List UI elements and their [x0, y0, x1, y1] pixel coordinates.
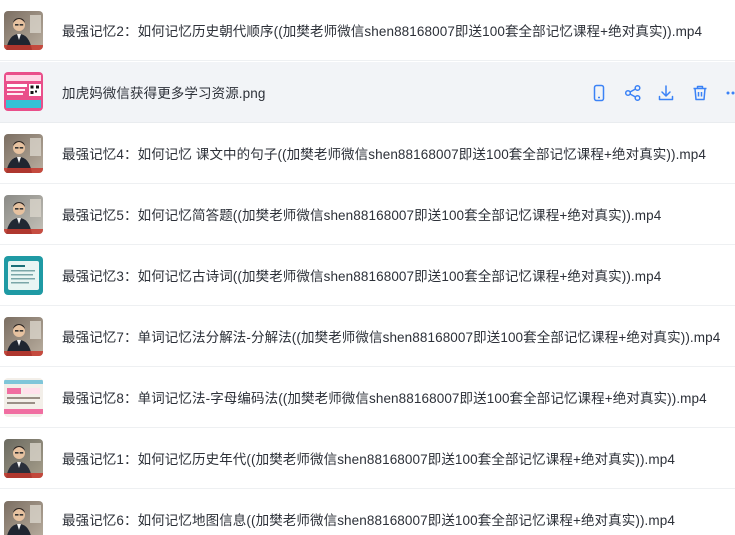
- file-row[interactable]: 最强记忆2：如何记忆历史朝代顺序((加樊老师微信shen88168007即送10…: [0, 0, 735, 61]
- file-thumbnail: [4, 11, 43, 50]
- file-name[interactable]: 最强记忆2：如何记忆历史朝代顺序((加樊老师微信shen88168007即送10…: [62, 20, 729, 40]
- file-row[interactable]: 最强记忆8：单词记忆法-字母编码法((加樊老师微信shen88168007即送1…: [0, 367, 735, 428]
- file-row[interactable]: 最强记忆6：如何记忆地图信息((加樊老师微信shen88168007即送100套…: [0, 489, 735, 535]
- file-list: 最强记忆2：如何记忆历史朝代顺序((加樊老师微信shen88168007即送10…: [0, 0, 735, 535]
- row-actions: [590, 62, 735, 123]
- file-name[interactable]: 最强记忆4：如何记忆 课文中的句子((加樊老师微信shen88168007即送1…: [62, 143, 729, 163]
- download-icon[interactable]: [657, 84, 675, 102]
- file-thumbnail: [4, 439, 43, 478]
- file-thumbnail: [4, 501, 43, 535]
- file-thumbnail: [4, 195, 43, 234]
- file-row[interactable]: 最强记忆4：如何记忆 课文中的句子((加樊老师微信shen88168007即送1…: [0, 123, 735, 184]
- file-name[interactable]: 最强记忆3：如何记忆古诗词((加樊老师微信shen88168007即送100套全…: [62, 265, 729, 285]
- file-row[interactable]: 加虎妈微信获得更多学习资源.png: [0, 62, 735, 123]
- file-name[interactable]: 最强记忆5：如何记忆简答题((加樊老师微信shen88168007即送100套全…: [62, 204, 729, 224]
- phone-icon[interactable]: [590, 84, 608, 102]
- file-thumbnail: [4, 317, 43, 356]
- file-row[interactable]: 最强记忆1：如何记忆历史年代((加樊老师微信shen88168007即送100套…: [0, 428, 735, 489]
- file-row[interactable]: 最强记忆3：如何记忆古诗词((加樊老师微信shen88168007即送100套全…: [0, 245, 735, 306]
- file-thumbnail: [4, 378, 43, 417]
- file-row[interactable]: 最强记忆5：如何记忆简答题((加樊老师微信shen88168007即送100套全…: [0, 184, 735, 245]
- file-name[interactable]: 最强记忆7：单词记忆法分解法-分解法((加樊老师微信shen88168007即送…: [62, 326, 729, 346]
- file-thumbnail: [4, 256, 43, 295]
- file-name[interactable]: 最强记忆1：如何记忆历史年代((加樊老师微信shen88168007即送100套…: [62, 448, 729, 468]
- file-name[interactable]: 最强记忆6：如何记忆地图信息((加樊老师微信shen88168007即送100套…: [62, 509, 729, 529]
- share-icon[interactable]: [624, 84, 642, 102]
- file-thumbnail: [4, 72, 43, 111]
- file-name[interactable]: 最强记忆8：单词记忆法-字母编码法((加樊老师微信shen88168007即送1…: [62, 387, 729, 407]
- file-thumbnail: [4, 134, 43, 173]
- trash-icon[interactable]: [691, 84, 709, 102]
- file-name[interactable]: 加虎妈微信获得更多学习资源.png: [62, 82, 575, 102]
- more-icon[interactable]: [724, 84, 735, 102]
- file-row[interactable]: 最强记忆7：单词记忆法分解法-分解法((加樊老师微信shen88168007即送…: [0, 306, 735, 367]
